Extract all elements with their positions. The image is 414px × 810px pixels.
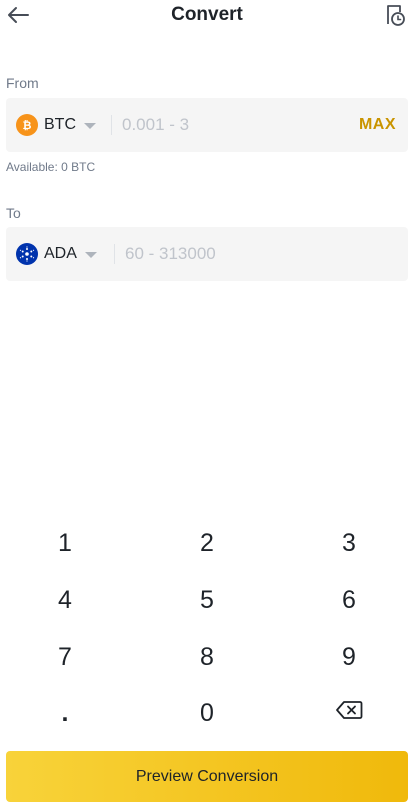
order-history-button[interactable]	[382, 2, 408, 28]
key-decimal[interactable]: .	[5, 686, 125, 740]
to-field: ADA	[6, 227, 408, 281]
to-coin-selector[interactable]: ADA	[16, 227, 97, 281]
field-divider	[111, 115, 112, 135]
chevron-down-icon	[84, 122, 96, 129]
from-field: ₿ BTC MAX	[6, 98, 408, 152]
btc-coin-icon: ₿	[16, 114, 38, 136]
key-4[interactable]: 4	[5, 573, 125, 627]
key-7[interactable]: 7	[5, 630, 125, 684]
key-1[interactable]: 1	[5, 516, 125, 570]
available-balance: Available: 0 BTC	[6, 160, 96, 174]
key-9[interactable]: 9	[289, 630, 409, 684]
key-6[interactable]: 6	[289, 573, 409, 627]
key-5[interactable]: 5	[147, 573, 267, 627]
key-2[interactable]: 2	[147, 516, 267, 570]
to-coin-name: ADA	[44, 245, 77, 262]
key-0[interactable]: 0	[147, 686, 267, 740]
key-8[interactable]: 8	[147, 630, 267, 684]
backspace-icon	[336, 701, 363, 719]
chevron-down-icon	[84, 251, 97, 258]
to-amount-input[interactable]	[125, 227, 395, 281]
key-backspace[interactable]	[289, 683, 409, 737]
ada-coin-icon	[16, 243, 38, 265]
from-amount-input[interactable]	[122, 98, 342, 152]
order-history-icon	[387, 5, 405, 26]
preview-conversion-button[interactable]: Preview Conversion	[6, 751, 408, 802]
page-title: Convert	[171, 4, 243, 25]
from-label: From	[6, 75, 39, 91]
to-label: To	[6, 205, 21, 221]
top-bar: Convert	[0, 0, 414, 32]
from-coin-selector[interactable]: ₿ BTC	[16, 98, 96, 152]
field-divider	[114, 244, 115, 264]
from-coin-name: BTC	[44, 116, 76, 133]
key-3[interactable]: 3	[289, 516, 409, 570]
svg-text:₿: ₿	[23, 119, 32, 132]
max-button[interactable]: MAX	[359, 98, 396, 152]
